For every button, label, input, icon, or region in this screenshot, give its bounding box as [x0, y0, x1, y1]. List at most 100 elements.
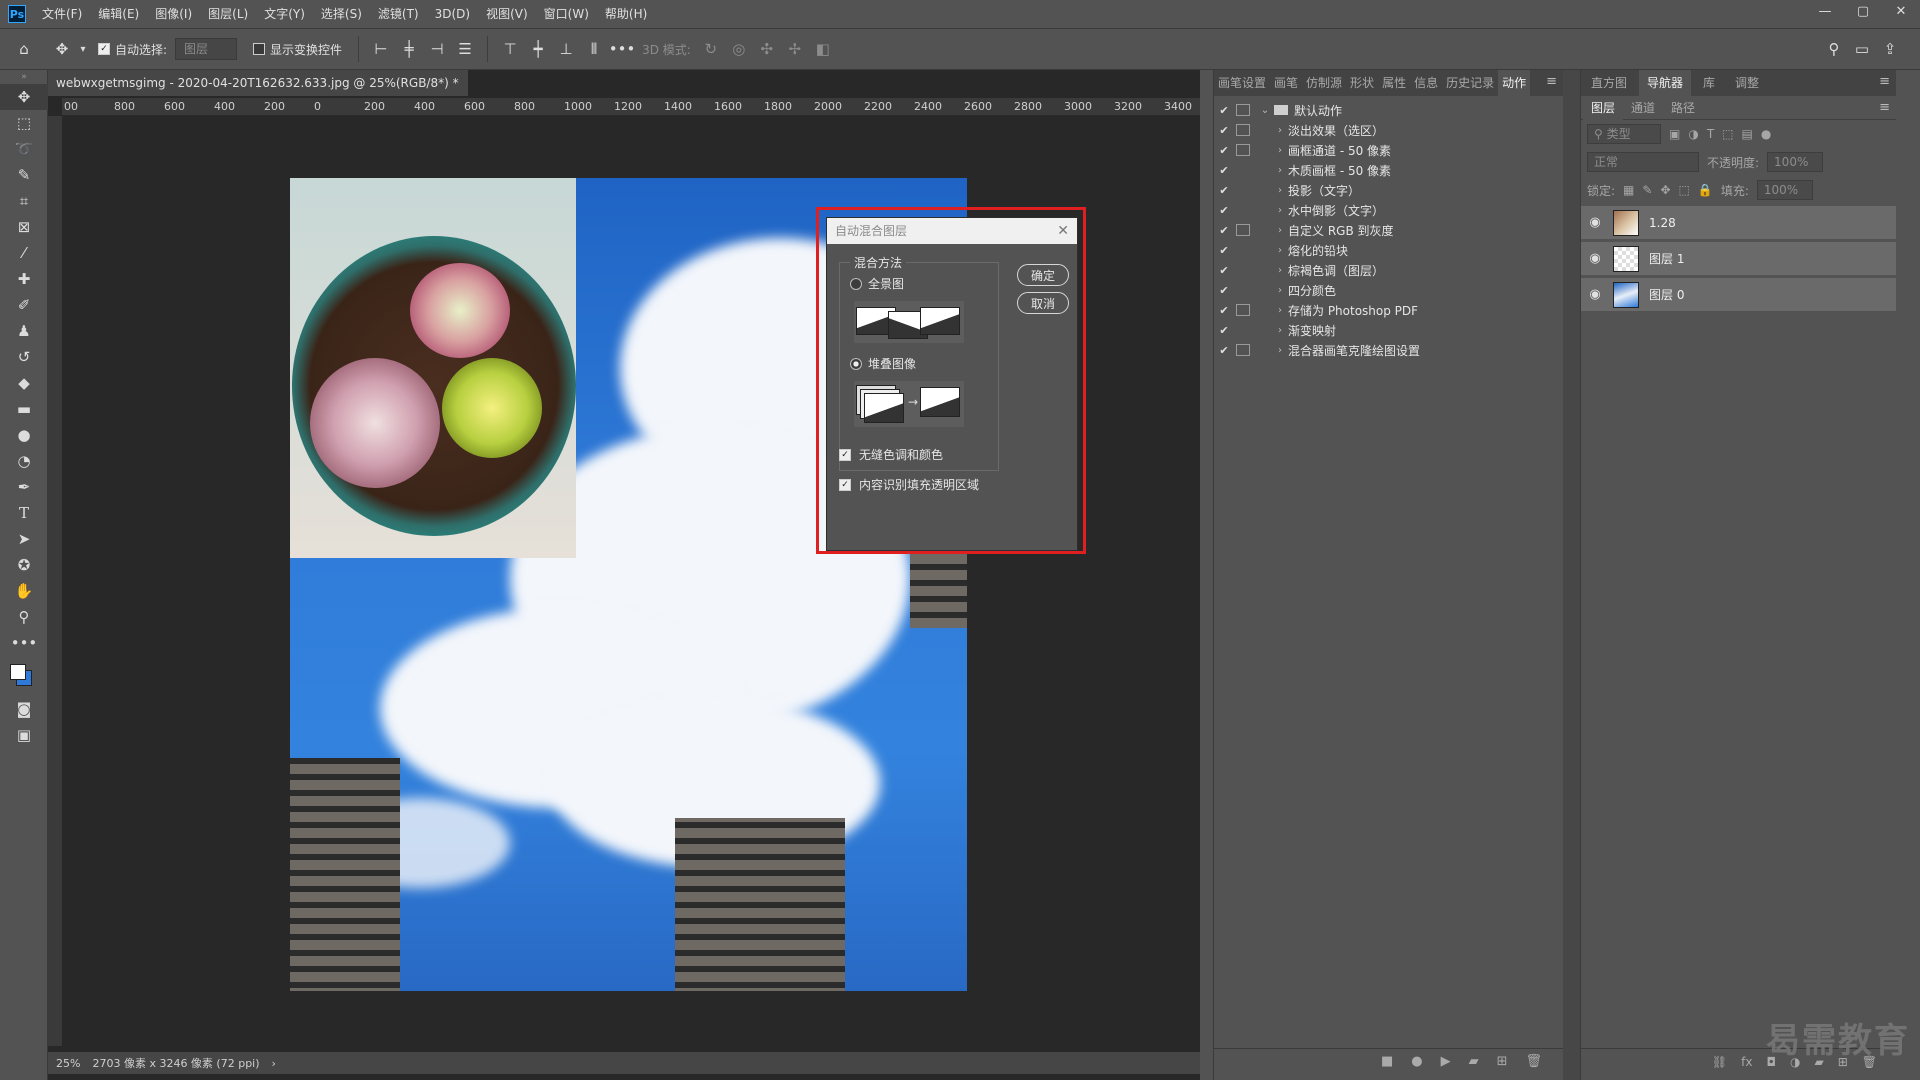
check-icon[interactable]: ✔ — [1214, 224, 1234, 237]
panel-menu-icon[interactable]: ≡ — [1879, 100, 1890, 115]
tab-channels[interactable]: 通道 — [1623, 96, 1663, 120]
dialog-toggle-icon[interactable] — [1236, 224, 1250, 236]
check-icon[interactable]: ✔ — [1214, 284, 1234, 297]
chevron-right-icon[interactable]: › — [1256, 265, 1288, 276]
filter-toggle-icon[interactable]: ● — [1761, 127, 1771, 141]
expand-toolbar-icon[interactable]: » — [0, 70, 48, 84]
align-vcenter-icon[interactable]: ┿ — [524, 35, 552, 63]
chevron-right-icon[interactable]: › — [1256, 185, 1288, 196]
drag-3d-icon[interactable]: ✣ — [753, 35, 781, 63]
align-left-icon[interactable]: ⊢ — [367, 35, 395, 63]
roll-3d-icon[interactable]: ◎ — [725, 35, 753, 63]
distribute-vertical-icon[interactable]: ☰ — [451, 35, 479, 63]
more-options-icon[interactable]: ••• — [608, 35, 636, 63]
panorama-radio[interactable]: 全景图 — [850, 275, 904, 292]
new-action-icon[interactable]: ⊞ — [1497, 1054, 1508, 1069]
share-icon[interactable]: ⇪ — [1876, 35, 1904, 63]
layer-row[interactable]: ◉ 图层 1 — [1581, 242, 1896, 276]
dialog-toggle-icon[interactable] — [1236, 124, 1250, 136]
chevron-right-icon[interactable]: › — [1256, 205, 1288, 216]
new-set-folder-icon[interactable]: ▰ — [1469, 1054, 1479, 1069]
dialog-toggle-icon[interactable] — [1236, 204, 1250, 216]
tab-histogram[interactable]: 直方图 — [1583, 70, 1635, 96]
right-panel-scrollbar[interactable] — [1896, 70, 1920, 1080]
action-item[interactable]: ✔ › 熔化的铅块 — [1214, 240, 1563, 260]
check-icon[interactable]: ✔ — [1214, 324, 1234, 337]
chevron-right-icon[interactable]: › — [272, 1057, 276, 1070]
check-icon[interactable]: ✔ — [1214, 124, 1234, 137]
lasso-tool-icon[interactable]: ➰ — [0, 136, 48, 162]
chevron-right-icon[interactable]: › — [1256, 225, 1288, 236]
dialog-toggle-icon[interactable] — [1236, 304, 1250, 316]
type-filter-icon[interactable]: T — [1707, 127, 1714, 141]
menu-type[interactable]: 文字(Y) — [256, 0, 313, 28]
chevron-right-icon[interactable]: › — [1256, 325, 1288, 336]
ok-button[interactable]: 确定 — [1017, 264, 1069, 286]
move-tool-icon[interactable]: ✥ — [0, 84, 48, 110]
trash-icon[interactable]: 🗑 — [1525, 1054, 1542, 1069]
cancel-button[interactable]: 取消 — [1017, 292, 1069, 314]
edit-toolbar-icon[interactable]: ••• — [0, 630, 48, 656]
chevron-down-icon[interactable]: ⌄ — [1256, 105, 1274, 116]
shape-tool-icon[interactable]: ✪ — [0, 552, 48, 578]
lock-all-icon[interactable]: 🔒 — [1698, 183, 1713, 197]
screen-mode-icon[interactable]: ▣ — [0, 722, 48, 748]
distribute-horizontal-icon[interactable]: ⫴ — [580, 35, 608, 63]
menu-select[interactable]: 选择(S) — [313, 0, 370, 28]
gradient-tool-icon[interactable]: ▬ — [0, 396, 48, 422]
dialog-toggle-icon[interactable] — [1236, 264, 1250, 276]
action-item[interactable]: ✔ › 画框通道 - 50 像素 — [1214, 140, 1563, 160]
tab-brushes[interactable]: 画笔 — [1270, 70, 1302, 96]
zoom-tool-icon[interactable]: ⚲ — [0, 604, 48, 630]
zoom-level[interactable]: 25% — [56, 1057, 80, 1070]
pen-tool-icon[interactable]: ✒ — [0, 474, 48, 500]
action-item[interactable]: ✔ › 存储为 Photoshop PDF — [1214, 300, 1563, 320]
dialog-toggle-icon[interactable] — [1236, 164, 1250, 176]
dialog-toggle-icon[interactable] — [1236, 144, 1250, 156]
tab-navigator[interactable]: 导航器 — [1639, 70, 1692, 96]
layer-row[interactable]: ◉ 1.28 — [1581, 206, 1896, 240]
home-icon[interactable]: ⌂ — [0, 35, 48, 63]
menu-3d[interactable]: 3D(D) — [427, 0, 478, 28]
camera-3d-icon[interactable]: ◧ — [809, 35, 837, 63]
smart-object-filter-icon[interactable]: ▤ — [1742, 127, 1753, 141]
link-layers-icon[interactable]: ⛓ — [1712, 1055, 1727, 1069]
lock-artboard-icon[interactable]: ⬚ — [1679, 183, 1690, 197]
tab-libraries[interactable]: 库 — [1695, 70, 1723, 96]
show-transform-checkbox[interactable]: 显示变换控件 — [253, 41, 342, 58]
fill-field[interactable]: 100% — [1756, 180, 1813, 200]
dialog-titlebar[interactable]: 自动混合图层 ✕ — [827, 218, 1077, 244]
align-right-icon[interactable]: ⊣ — [423, 35, 451, 63]
content-aware-fill-checkbox[interactable]: ✓ 内容识别填充透明区域 — [839, 476, 979, 493]
move-tool-icon[interactable]: ✥ — [48, 35, 76, 63]
opacity-field[interactable]: 100% — [1767, 152, 1824, 172]
check-icon[interactable]: ✔ — [1214, 144, 1234, 157]
tab-info[interactable]: 信息 — [1410, 70, 1442, 96]
slide-3d-icon[interactable]: ✢ — [781, 35, 809, 63]
action-set-row[interactable]: ✔ ⌄ 默认动作 — [1214, 100, 1563, 120]
action-item[interactable]: ✔ › 四分颜色 — [1214, 280, 1563, 300]
crop-tool-icon[interactable]: ⌗ — [0, 188, 48, 214]
chevron-right-icon[interactable]: › — [1256, 285, 1288, 296]
check-icon[interactable]: ✔ — [1214, 164, 1234, 177]
shape-filter-icon[interactable]: ⬚ — [1722, 127, 1733, 141]
dodge-tool-icon[interactable]: ◔ — [0, 448, 48, 474]
check-icon[interactable]: ✔ — [1214, 104, 1234, 117]
action-item[interactable]: ✔ › 混合器画笔克隆绘图设置 — [1214, 340, 1563, 360]
play-icon[interactable]: ▶ — [1441, 1054, 1451, 1069]
adjustment-filter-icon[interactable]: ◑ — [1688, 127, 1698, 141]
dialog-toggle-icon[interactable] — [1236, 184, 1250, 196]
menu-filter[interactable]: 滤镜(T) — [370, 0, 427, 28]
workspace-icon[interactable]: ▭ — [1848, 35, 1876, 63]
auto-select-checkbox[interactable]: ✓ 自动选择: — [98, 41, 167, 58]
eyedropper-tool-icon[interactable]: ⁄ — [0, 240, 48, 266]
pixel-filter-icon[interactable]: ▣ — [1669, 127, 1680, 141]
auto-select-target-dropdown[interactable]: 图层 — [175, 38, 238, 60]
dialog-toggle-icon[interactable] — [1236, 104, 1250, 116]
eraser-tool-icon[interactable]: ◆ — [0, 370, 48, 396]
blur-tool-icon[interactable]: ● — [0, 422, 48, 448]
chevron-right-icon[interactable]: › — [1256, 345, 1288, 356]
eye-icon[interactable]: ◉ — [1581, 287, 1609, 302]
seamless-tones-checkbox[interactable]: ✓ 无缝色调和颜色 — [839, 446, 943, 463]
lock-pixels-icon[interactable]: ✎ — [1642, 183, 1652, 197]
